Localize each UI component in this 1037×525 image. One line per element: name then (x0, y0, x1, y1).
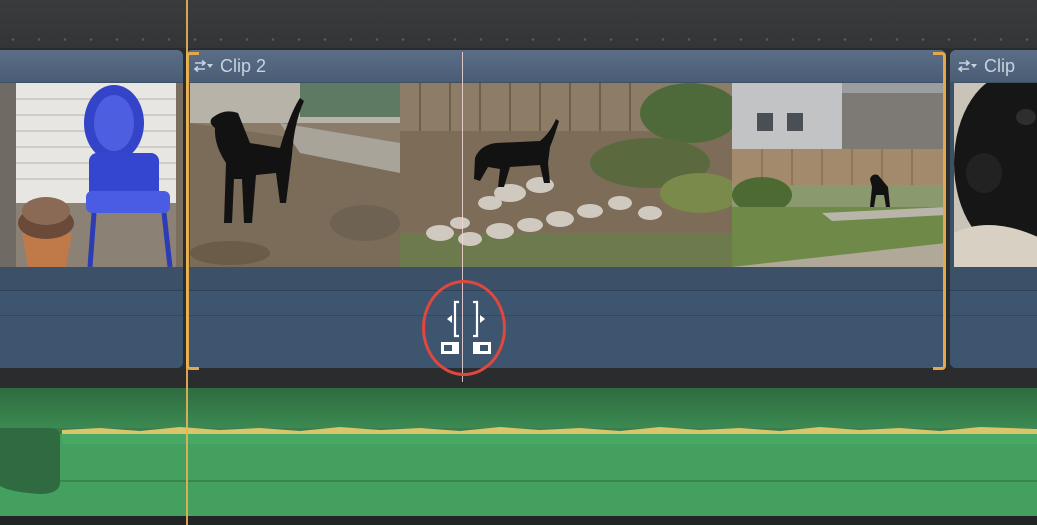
audio-track[interactable] (0, 388, 1037, 518)
clip-main-filmstrip (186, 83, 946, 267)
track-gap (0, 370, 1037, 388)
audio-waveform (0, 427, 1037, 494)
ripple-trim-icon[interactable] (425, 280, 509, 378)
clip-right[interactable]: Clip (950, 50, 1037, 368)
clip-left-lower (0, 290, 183, 368)
playhead[interactable] (186, 0, 188, 525)
video-thumbnail (954, 83, 1037, 267)
clip-main-lower (186, 290, 946, 368)
clip-main-header[interactable]: Clip 2 (186, 50, 946, 82)
timeline-bottom-edge (0, 516, 1037, 525)
clip-main-label: Clip 2 (220, 56, 267, 76)
timeline[interactable]: Clip 2 Clip (0, 0, 1037, 525)
clip-right-filmstrip (950, 83, 1037, 267)
video-thumbnail (190, 83, 401, 267)
clip-right-lower (950, 290, 1037, 368)
primary-storyline: Clip 2 Clip (0, 50, 1037, 370)
clip-left[interactable] (0, 50, 183, 368)
video-thumbnail (0, 83, 183, 267)
clip-right-label: Clip (984, 56, 1016, 76)
video-thumbnail (400, 83, 733, 267)
clip-main[interactable]: Clip 2 (186, 50, 946, 368)
ruler-ticks (0, 38, 1037, 41)
clip-menu-icon[interactable] (958, 59, 978, 73)
selection-end-bracket[interactable] (933, 52, 946, 370)
video-thumbnail (732, 83, 946, 267)
clip-left-header[interactable] (0, 50, 183, 82)
timeline-ruler[interactable] (0, 0, 1037, 48)
clip-left-filmstrip (0, 83, 183, 267)
clip-right-header[interactable]: Clip (950, 50, 1037, 82)
